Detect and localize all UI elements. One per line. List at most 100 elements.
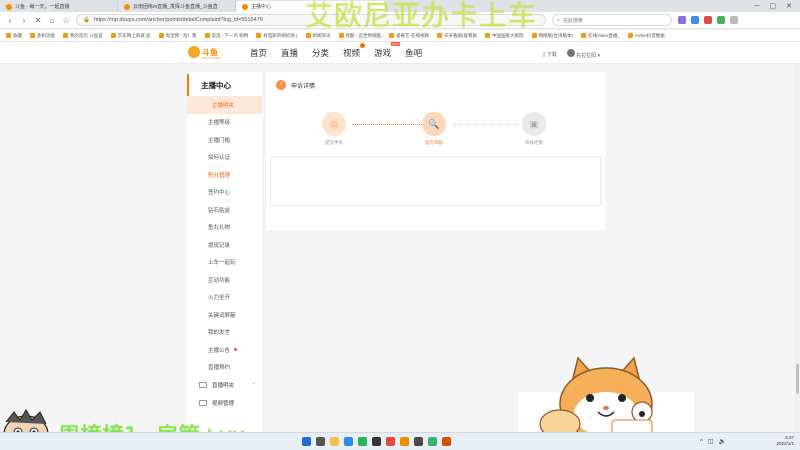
volume-icon[interactable]: 🔈 xyxy=(719,438,726,445)
chevron-up-icon[interactable]: ^ xyxy=(700,439,703,445)
app-icon[interactable] xyxy=(414,437,423,446)
start-icon[interactable] xyxy=(302,437,311,446)
extension-icons xyxy=(678,16,738,24)
sidebar-item[interactable]: 直播预约 xyxy=(187,359,262,377)
star-icon[interactable]: ☆ xyxy=(62,16,70,25)
app-icon[interactable] xyxy=(442,437,451,446)
app-icon[interactable] xyxy=(428,437,437,446)
search-placeholder: 在此搜索 xyxy=(562,17,583,24)
nav-item[interactable]: 游戏 NEW xyxy=(374,42,401,59)
back-icon[interactable]: ‹ xyxy=(6,16,14,25)
user-name: 先拉拉阳 ▾ xyxy=(576,53,600,59)
sidebar-item[interactable]: 鱼丸礼物 xyxy=(187,219,262,237)
sidebar-item-label: 提现记录 xyxy=(208,242,231,249)
extension-icon[interactable] xyxy=(717,16,725,24)
minimize-icon[interactable]: ─ xyxy=(755,3,760,10)
red-dot-badge xyxy=(234,348,238,352)
search-icon[interactable] xyxy=(316,437,325,446)
sidebar-item[interactable]: 如何认证 xyxy=(187,149,262,167)
app-icon[interactable] xyxy=(372,437,381,446)
network-icon[interactable]: ◫ xyxy=(708,438,714,445)
download-link[interactable]: ▯ 下载 xyxy=(543,51,557,58)
bookmark-item[interactable]: 多机功能 xyxy=(30,33,55,39)
lock-icon: 🔒 xyxy=(83,17,90,23)
progress-steps: ▤ 提交申诉 🔍 官方审核 ▣ 审核结果 xyxy=(322,112,552,152)
page-scrollbar[interactable] xyxy=(795,64,800,432)
progress-step: 🔍 官方审核 xyxy=(414,112,454,146)
sidebar-item[interactable]: 我的发言 xyxy=(187,324,262,342)
sidebar-item[interactable]: 互动功能 xyxy=(187,271,262,289)
bookmark-item[interactable]: 淘宝网 - 淘！我 xyxy=(158,33,197,39)
sidebar-item[interactable]: 积分管理 xyxy=(187,166,262,184)
scrollbar-thumb[interactable] xyxy=(796,364,799,394)
sidebar-item-label: 如何认证 xyxy=(208,155,231,162)
nav-item[interactable]: 直播 xyxy=(281,47,298,59)
taskbar-clock[interactable]: 5:37 2022/1/1 xyxy=(776,435,794,447)
douyu-logo[interactable]: 斗鱼 DOUYU.COM xyxy=(188,46,221,60)
bookmark-label: 首选 - 下一点 购物 xyxy=(211,32,249,38)
bookmark-item[interactable]: 网络版(台湾版本) xyxy=(531,33,573,39)
bookmark-item[interactable]: 我的首页 斗鱼首 xyxy=(63,33,103,39)
url-text: https://mp.douyu.com/anchor/points/detai… xyxy=(93,17,263,23)
bookmark-item[interactable]: Aofun抖音数据 xyxy=(627,33,665,39)
app-icon[interactable] xyxy=(386,437,395,446)
sidebar-item[interactable]: 主播明夹 xyxy=(187,96,262,114)
bookmark-icon xyxy=(30,33,35,38)
user-menu[interactable]: 先拉拉阳 ▾ xyxy=(566,49,600,59)
appeal-content-box xyxy=(270,156,601,206)
forward-icon[interactable]: › xyxy=(20,16,28,25)
sidebar-item-label: 我的发言 xyxy=(208,330,231,337)
sidebar-item-label: 主播等级 xyxy=(208,120,231,127)
clock-date: 2022/1/1 xyxy=(776,441,794,446)
sidebar-item-label: 火力全开 xyxy=(208,295,231,302)
stop-icon[interactable]: ✕ xyxy=(34,16,42,25)
sidebar-item[interactable]: 主播公告 xyxy=(187,341,262,359)
bookmark-label: 收藏 xyxy=(13,32,22,38)
bookmark-item[interactable]: 京东网上商城 品 xyxy=(110,33,151,39)
home-icon[interactable]: ⌂ xyxy=(48,16,56,25)
step-label: 审核结果 xyxy=(525,140,543,145)
progress-step: ▤ 提交申诉 xyxy=(314,112,354,146)
sidebar-group[interactable]: 直播明夹 ^ xyxy=(187,376,262,394)
user-area: ▯ 下载 先拉拉阳 ▾ xyxy=(543,49,600,59)
browser-icon[interactable] xyxy=(358,437,367,446)
menu-icon[interactable] xyxy=(730,16,738,24)
bookmark-item[interactable]: 收藏 xyxy=(6,33,22,39)
sidebar-item[interactable]: 关键词屏蔽 xyxy=(187,306,262,324)
sidebar-item[interactable]: 主播门槛 xyxy=(187,131,262,149)
tab-favicon-icon xyxy=(6,3,12,10)
sidebar-group[interactable]: 视频管理 xyxy=(187,394,262,412)
folder-icon[interactable] xyxy=(330,437,339,446)
bookmark-item[interactable]: 有电影的帧检测 ( xyxy=(256,32,298,39)
extension-icon[interactable] xyxy=(678,16,686,24)
sidebar-item[interactable]: 钻石贴益 xyxy=(187,201,262,219)
maximize-icon[interactable]: ▢ xyxy=(770,2,777,10)
browser-search-input[interactable]: ⌕ 在此搜索 xyxy=(552,14,672,26)
logo-subtext: DOUYU.COM xyxy=(202,56,221,60)
sidebar-group-label: 直播明夹 xyxy=(212,383,235,389)
new-tag: NEW xyxy=(391,42,401,46)
sidebar-item[interactable]: 主播等级 xyxy=(187,114,262,132)
extension-icon[interactable] xyxy=(704,16,712,24)
sidebar-item[interactable]: 上车一起玩 xyxy=(187,254,262,272)
bookmark-label: 有电影的帧检测 ( xyxy=(263,32,298,38)
store-icon[interactable] xyxy=(344,437,353,446)
bookmark-item[interactable]: 在线Video直播_ xyxy=(581,33,620,39)
extension-icon[interactable] xyxy=(691,16,699,24)
bookmark-item[interactable]: 首选 - 下一点 购物 xyxy=(204,32,249,39)
notification-badge xyxy=(360,43,366,48)
nav-item[interactable]: 分类 xyxy=(312,47,329,59)
browser-tab[interactable]: 斗鱼 - 每一天，一起直播 xyxy=(0,1,118,12)
sidebar-item[interactable]: 签约中心 xyxy=(187,184,262,202)
sidebar-item[interactable]: 火力全开 xyxy=(187,289,262,307)
close-icon[interactable]: ✕ xyxy=(786,2,792,10)
sidebar-item[interactable]: 提现记录 xyxy=(187,236,262,254)
browser-tab[interactable]: 云南团练m直播_发挥斗鱼直播_斗鱼直 xyxy=(118,1,236,12)
fish-logo-icon xyxy=(188,46,200,58)
nav-item[interactable]: 首页 xyxy=(250,47,267,59)
nav-item[interactable]: 鱼吧 xyxy=(405,47,422,59)
bookmark-icon xyxy=(627,33,633,38)
nav-item[interactable]: 视频 xyxy=(343,43,366,59)
tab-label: 主播中心 xyxy=(251,4,272,10)
app-icon[interactable] xyxy=(400,437,409,446)
